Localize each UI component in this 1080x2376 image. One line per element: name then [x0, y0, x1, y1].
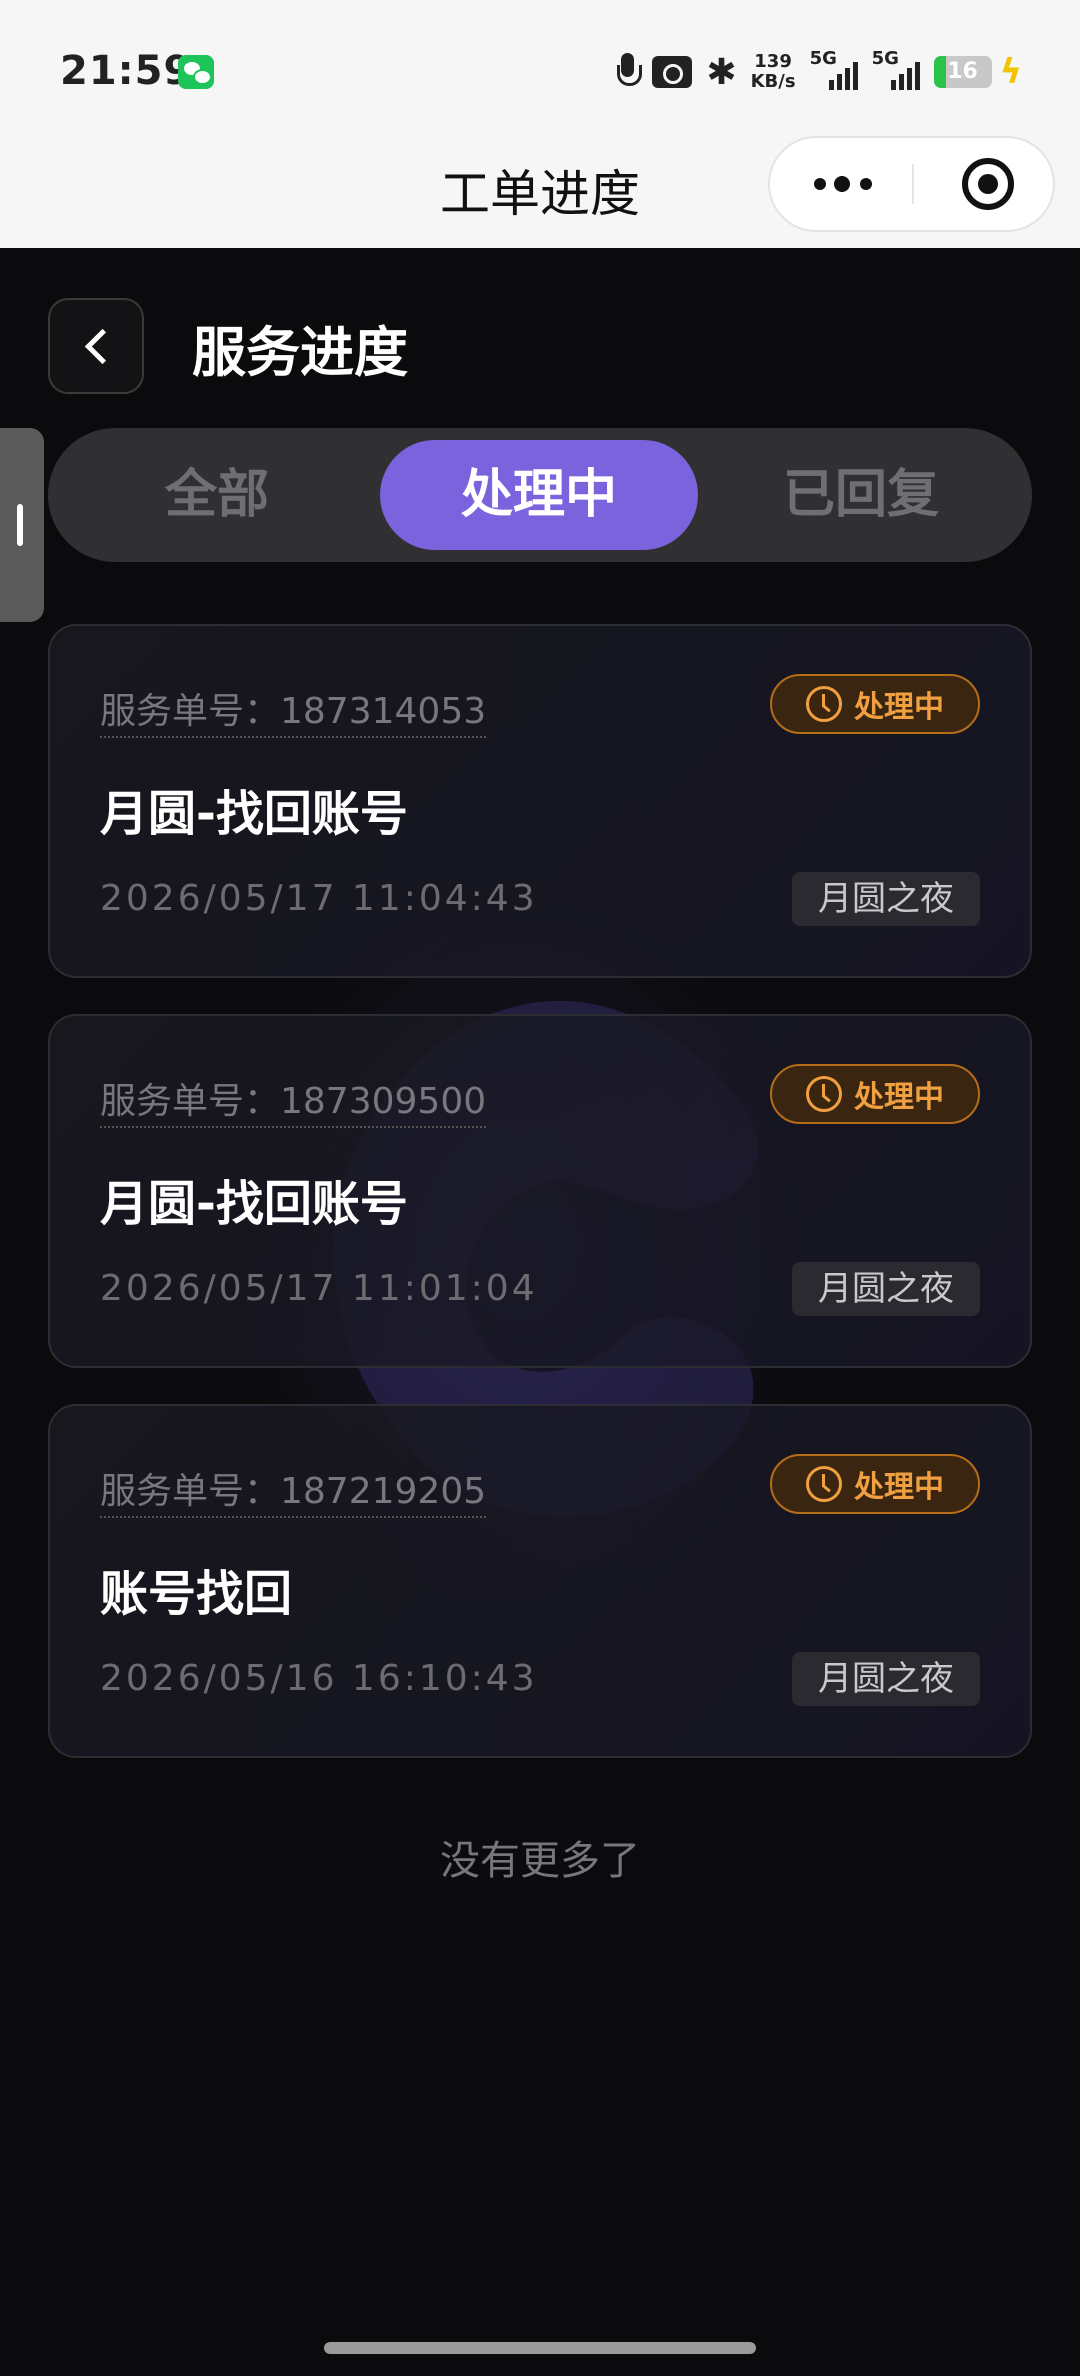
- battery-level: 16: [947, 59, 978, 84]
- tab-processing[interactable]: 处理中: [380, 440, 698, 550]
- tab-bar: 全部 处理中 已回复: [48, 428, 1032, 562]
- ticket-time: 2026/05/17 11:04:43: [100, 878, 538, 919]
- no-more-text: 没有更多了: [440, 1838, 640, 1884]
- game-tag: 月圆之夜: [792, 1262, 980, 1316]
- game-tag: 月圆之夜: [792, 872, 980, 926]
- capsule-divider: [912, 164, 914, 204]
- clock-icon: [806, 686, 842, 722]
- ticket-title: 账号找回: [100, 1566, 293, 1622]
- main-content[interactable]: 服务进度 全部 处理中 已回复 服务单号：187314053 处理中 月圆-找回…: [0, 248, 1080, 2376]
- status-label: 处理中: [854, 690, 944, 725]
- signal-icon: 5G: [872, 48, 920, 92]
- ticket-title: 月圆-找回账号: [100, 786, 408, 842]
- capsule-menu: [768, 136, 1055, 232]
- game-tag: 月圆之夜: [792, 1652, 980, 1706]
- status-badge: 处理中: [770, 674, 980, 734]
- target-close-icon[interactable]: [962, 158, 1014, 210]
- ticket-card[interactable]: 服务单号：187309500 处理中 月圆-找回账号 2026/05/17 11…: [48, 1014, 1032, 1368]
- status-icons: ✱ 139 KB/s 5G 5G 16 ϟ: [616, 48, 1022, 93]
- order-number: 服务单号：187309500: [100, 1072, 487, 1128]
- back-button[interactable]: [48, 298, 144, 394]
- signal-icon: 5G: [810, 48, 858, 92]
- bluetooth-icon: ✱: [706, 51, 737, 93]
- status-badge: 处理中: [770, 1064, 980, 1124]
- wechat-icon: [178, 55, 214, 89]
- status-badge: 处理中: [770, 1454, 980, 1514]
- status-bar: 21:59 ✱ 139 KB/s 5G 5G 16 ϟ: [0, 0, 1080, 130]
- status-label: 处理中: [854, 1470, 944, 1505]
- ticket-card[interactable]: 服务单号：187314053 处理中 月圆-找回账号 2026/05/17 11…: [48, 624, 1032, 978]
- network-speed: 139 KB/s: [751, 52, 796, 92]
- side-drag-handle[interactable]: [0, 428, 44, 622]
- order-number: 服务单号：187314053: [100, 682, 487, 738]
- ticket-card[interactable]: 服务单号：187219205 处理中 账号找回 2026/05/16 16:10…: [48, 1404, 1032, 1758]
- ticket-time: 2026/05/16 16:10:43: [100, 1658, 538, 1699]
- charging-icon: ϟ: [999, 52, 1022, 92]
- order-number: 服务单号：187219205: [100, 1462, 487, 1518]
- ticket-title: 月圆-找回账号: [100, 1176, 408, 1232]
- more-dots-icon[interactable]: [770, 138, 913, 230]
- mic-icon: [616, 53, 643, 91]
- tab-replied[interactable]: 已回复: [702, 440, 1020, 550]
- status-time: 21:59: [60, 48, 193, 94]
- ticket-time: 2026/05/17 11:01:04: [100, 1268, 538, 1309]
- network-speed-unit: KB/s: [750, 71, 796, 92]
- network-speed-value: 139: [754, 51, 792, 72]
- clock-icon: [806, 1466, 842, 1502]
- home-indicator[interactable]: [324, 2342, 756, 2354]
- clock-icon: [806, 1076, 842, 1112]
- mini-program-header: 工单进度: [0, 130, 1080, 248]
- status-label: 处理中: [854, 1080, 944, 1115]
- tab-all[interactable]: 全部: [58, 440, 376, 550]
- battery-icon: 16: [933, 56, 992, 88]
- camera-icon: [652, 56, 693, 88]
- page-title: 服务进度: [192, 321, 408, 384]
